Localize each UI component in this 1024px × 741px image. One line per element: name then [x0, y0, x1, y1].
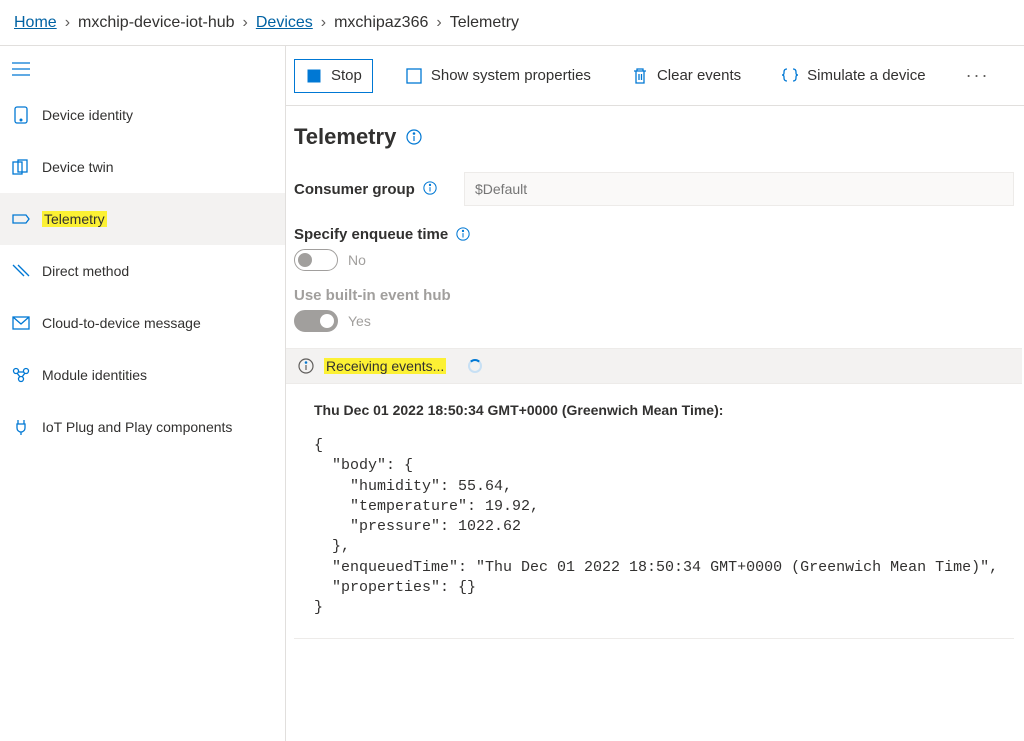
- spinner-icon: [468, 359, 482, 373]
- sidebar-item-label: Module identities: [42, 367, 147, 383]
- toolbar-label: Show system properties: [431, 67, 591, 84]
- breadcrumb-device[interactable]: mxchipaz366: [334, 14, 428, 32]
- status-text: Receiving events...: [324, 358, 446, 374]
- breadcrumb-separator: ›: [321, 14, 326, 32]
- consumer-group-label: Consumer group: [294, 181, 415, 198]
- show-system-properties-button[interactable]: Show system properties: [397, 63, 599, 89]
- sidebar-item-label: IoT Plug and Play components: [42, 419, 232, 435]
- event-block: Thu Dec 01 2022 18:50:34 GMT+0000 (Green…: [294, 402, 1014, 639]
- sidebar-item-device-identity[interactable]: Device identity: [0, 89, 285, 141]
- sidebar-item-device-twin[interactable]: Device twin: [0, 141, 285, 193]
- clear-events-button[interactable]: Clear events: [623, 63, 749, 89]
- sidebar-item-label: Cloud-to-device message: [42, 315, 201, 331]
- page-title: Telemetry: [294, 124, 396, 150]
- plug-play-icon: [12, 418, 30, 436]
- telemetry-icon: [12, 210, 30, 228]
- stop-icon: [305, 67, 323, 85]
- breadcrumb-home[interactable]: Home: [14, 14, 57, 32]
- main-panel: Stop Show system properties Clear events…: [286, 46, 1024, 741]
- consumer-group-field: Consumer group: [294, 172, 1014, 206]
- device-identity-icon: [12, 106, 30, 124]
- breadcrumb: Home › mxchip-device-iot-hub › Devices ›…: [0, 0, 1024, 46]
- breadcrumb-page: Telemetry: [450, 14, 519, 32]
- info-icon[interactable]: [406, 129, 422, 145]
- braces-icon: [781, 67, 799, 85]
- toolbar-label: Simulate a device: [807, 67, 925, 84]
- breadcrumb-separator: ›: [436, 14, 441, 32]
- direct-method-icon: [12, 262, 30, 280]
- sidebar-item-cloud-to-device[interactable]: Cloud-to-device message: [0, 297, 285, 349]
- consumer-group-input[interactable]: [464, 172, 1014, 206]
- use-builtin-field: Use built-in event hub Yes: [294, 287, 1014, 332]
- sidebar-item-direct-method[interactable]: Direct method: [0, 245, 285, 297]
- status-bar: Receiving events...: [286, 348, 1022, 384]
- specify-enqueue-label: Specify enqueue time: [294, 226, 448, 243]
- content-area: Telemetry Consumer group Specify enqueue…: [286, 106, 1024, 741]
- use-builtin-toggle[interactable]: [294, 310, 338, 332]
- breadcrumb-separator: ›: [243, 14, 248, 32]
- specify-enqueue-toggle[interactable]: [294, 249, 338, 271]
- info-icon: [298, 358, 314, 374]
- checkbox-icon: [405, 67, 423, 85]
- specify-enqueue-field: Specify enqueue time No: [294, 226, 1014, 271]
- mail-icon: [12, 314, 30, 332]
- sidebar-item-telemetry[interactable]: Telemetry: [0, 193, 285, 245]
- use-builtin-value: Yes: [348, 313, 371, 329]
- event-timestamp: Thu Dec 01 2022 18:50:34 GMT+0000 (Green…: [314, 402, 1004, 418]
- sidebar-item-module-identities[interactable]: Module identities: [0, 349, 285, 401]
- sidebar: Device identity Device twin Telemetry Di…: [0, 46, 286, 741]
- info-icon[interactable]: [423, 181, 439, 197]
- sidebar-item-label: Device twin: [42, 159, 114, 175]
- info-icon[interactable]: [456, 227, 472, 243]
- sidebar-item-label: Direct method: [42, 263, 129, 279]
- hamburger-menu-icon[interactable]: [0, 54, 285, 89]
- toolbar: Stop Show system properties Clear events…: [286, 46, 1024, 106]
- sidebar-item-label: Device identity: [42, 107, 133, 123]
- trash-icon: [631, 67, 649, 85]
- use-builtin-label: Use built-in event hub: [294, 287, 451, 304]
- breadcrumb-separator: ›: [65, 14, 70, 32]
- toolbar-label: Stop: [331, 67, 362, 84]
- module-identities-icon: [12, 366, 30, 384]
- specify-enqueue-value: No: [348, 252, 366, 268]
- device-twin-icon: [12, 158, 30, 176]
- sidebar-item-label: Telemetry: [42, 211, 107, 227]
- event-json: { "body": { "humidity": 55.64, "temperat…: [314, 436, 1004, 618]
- stop-button[interactable]: Stop: [294, 59, 373, 93]
- simulate-device-button[interactable]: Simulate a device: [773, 63, 933, 89]
- sidebar-item-plug-play[interactable]: IoT Plug and Play components: [0, 401, 285, 453]
- toolbar-label: Clear events: [657, 67, 741, 84]
- breadcrumb-hub[interactable]: mxchip-device-iot-hub: [78, 14, 235, 32]
- breadcrumb-devices[interactable]: Devices: [256, 14, 313, 32]
- more-actions-button[interactable]: ···: [958, 61, 998, 90]
